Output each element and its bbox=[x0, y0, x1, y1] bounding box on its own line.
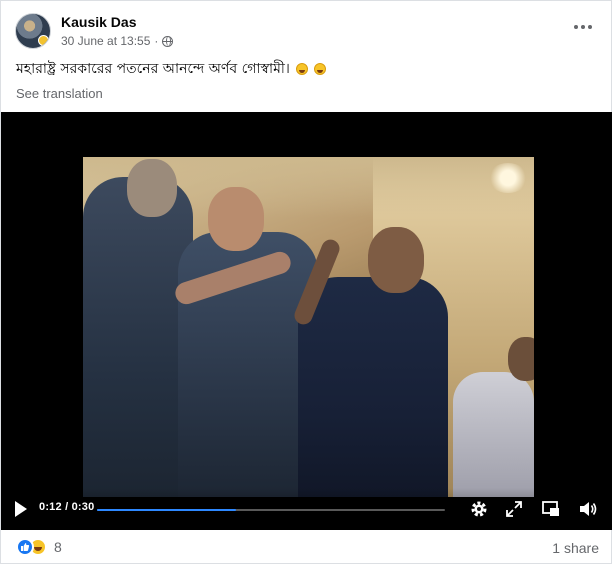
post-timestamp[interactable]: 30 June at 13:55 bbox=[61, 34, 150, 48]
progress-fill bbox=[97, 509, 237, 511]
share-count[interactable]: 1 share bbox=[552, 540, 599, 556]
author-name[interactable]: Kausik Das bbox=[61, 14, 136, 30]
caption-text: মহারাষ্ট্র সরকারের পতনের আনন্দে অর্ণব গো… bbox=[16, 61, 290, 77]
duration: 0:30 bbox=[71, 501, 95, 513]
reaction-count: 8 bbox=[54, 539, 62, 555]
like-reaction-icon bbox=[16, 538, 34, 556]
more-options-icon[interactable] bbox=[571, 17, 595, 37]
fullscreen-icon[interactable] bbox=[504, 499, 524, 519]
avatar-badge bbox=[38, 35, 49, 46]
play-icon[interactable] bbox=[13, 500, 29, 518]
author-avatar[interactable] bbox=[15, 13, 51, 49]
video-controls: 0:12 / 0:30 bbox=[1, 488, 612, 530]
reactions-summary[interactable]: 8 bbox=[16, 538, 62, 556]
globe-icon[interactable] bbox=[162, 35, 174, 47]
post-caption: মহারাষ্ট্র সরকারের পতনের আনন্দে অর্ণব গো… bbox=[16, 57, 326, 81]
picture-in-picture-icon[interactable] bbox=[541, 499, 561, 519]
video-time: 0:12 / 0:30 bbox=[39, 501, 95, 513]
meta-separator: · bbox=[154, 34, 159, 48]
post-meta: 30 June at 13:55 · bbox=[61, 34, 174, 48]
laughing-emoji bbox=[313, 63, 326, 75]
current-time: 0:12 bbox=[39, 501, 62, 513]
volume-icon[interactable] bbox=[578, 499, 598, 519]
progress-bar[interactable] bbox=[97, 509, 445, 511]
video-frame bbox=[83, 157, 534, 497]
settings-icon[interactable] bbox=[469, 499, 489, 519]
see-translation-link[interactable]: See translation bbox=[16, 86, 103, 101]
rolling-on-floor-laughing-emoji bbox=[295, 63, 308, 75]
post-footer: 8 1 share bbox=[1, 530, 612, 564]
facebook-post: Kausik Das 30 June at 13:55 · মহারাষ্ট্র… bbox=[0, 0, 612, 564]
video-player[interactable]: 0:12 / 0:30 bbox=[1, 112, 612, 530]
